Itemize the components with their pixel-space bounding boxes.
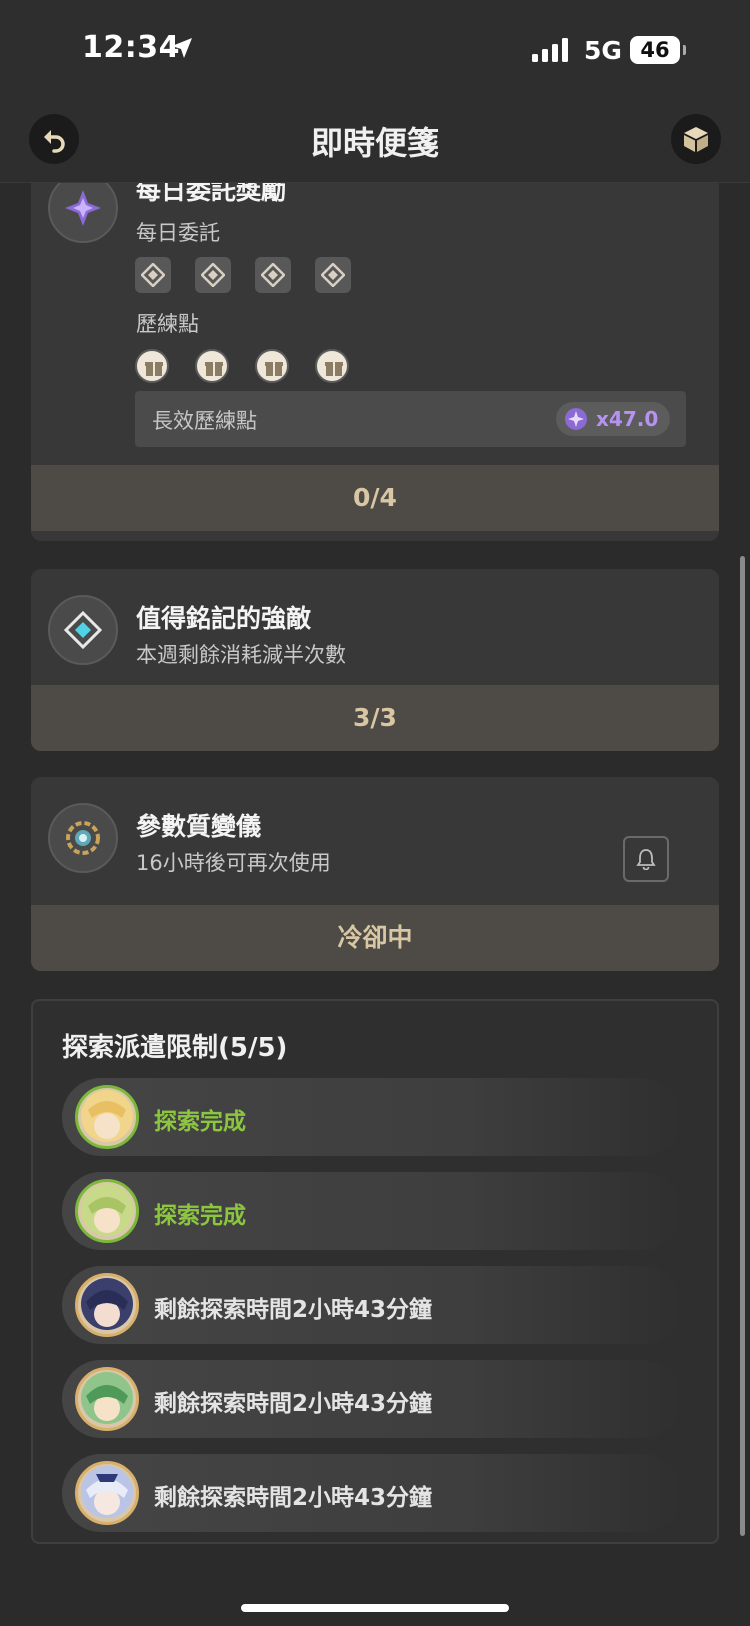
commission-icon	[315, 257, 351, 293]
longterm-training-row: 長效歷練點 x47.0	[135, 391, 686, 447]
daily-commission-progress: 0/4	[31, 465, 719, 531]
expedition-card: 探索派遣限制(5/5) 探索完成 探索完成 剩餘探索時間2小時43分鐘 剩餘探索…	[31, 999, 719, 1544]
character-avatar	[75, 1179, 139, 1243]
gift-icon	[135, 349, 169, 383]
package-icon	[684, 127, 708, 152]
expedition-status: 剩餘探索時間2小時43分鐘	[154, 1297, 433, 1323]
commission-icon	[135, 257, 171, 293]
status-bar: 12:34 5G 46	[0, 0, 750, 96]
expedition-row: 剩餘探索時間2小時43分鐘	[62, 1266, 682, 1344]
page-title: 即時便箋	[310, 124, 439, 162]
reminder-bell-button[interactable]	[623, 836, 669, 882]
nav-header: 即時便箋	[0, 96, 750, 183]
transformer-subtitle: 16小時後可再次使用	[136, 851, 331, 875]
commission-icon	[195, 257, 231, 293]
weekly-boss-progress: 3/3	[31, 685, 719, 751]
package-button[interactable]	[671, 114, 721, 164]
commission-icon	[255, 257, 291, 293]
expedition-status: 探索完成	[154, 1203, 246, 1229]
gift-icon	[195, 349, 229, 383]
transformer-card: 參數質變儀 16小時後可再次使用 冷卻中	[31, 777, 719, 971]
training-point-icon	[565, 408, 587, 430]
expedition-status: 剩餘探索時間2小時43分鐘	[154, 1391, 433, 1417]
location-arrow-icon	[170, 36, 194, 64]
battery-indicator: 46	[630, 36, 686, 64]
character-avatar	[75, 1273, 139, 1337]
signal-bars-icon	[532, 38, 572, 66]
gift-icon	[315, 349, 349, 383]
transformer-status: 冷卻中	[31, 905, 719, 971]
training-points-label: 歷練點	[136, 312, 199, 336]
daily-commission-label: 每日委託	[136, 221, 220, 245]
daily-commission-card: 每日委託獎勵 每日委託 歷練點 長效歷練點 x47.0 0/4	[31, 183, 719, 541]
expedition-row: 剩餘探索時間2小時43分鐘	[62, 1360, 682, 1438]
daily-commission-icon	[48, 183, 118, 243]
character-avatar	[75, 1085, 139, 1149]
expedition-title: 探索派遣限制(5/5)	[62, 1033, 288, 1063]
expedition-status: 剩餘探索時間2小時43分鐘	[154, 1485, 433, 1511]
transformer-icon	[48, 803, 118, 873]
weekly-boss-subtitle: 本週剩餘消耗減半次數	[136, 643, 346, 667]
bell-icon	[636, 849, 656, 870]
transformer-title: 參數質變儀	[136, 812, 262, 841]
longterm-training-label: 長效歷練點	[152, 409, 257, 433]
character-avatar	[75, 1461, 139, 1525]
network-type: 5G	[584, 36, 622, 65]
character-avatar	[75, 1367, 139, 1431]
longterm-training-value: x47.0	[596, 407, 659, 431]
weekly-boss-icon	[48, 595, 118, 665]
expedition-row: 探索完成	[62, 1078, 682, 1156]
expedition-row: 剩餘探索時間2小時43分鐘	[62, 1454, 682, 1532]
expedition-row: 探索完成	[62, 1172, 682, 1250]
status-time: 12:34	[82, 30, 180, 65]
notes-list[interactable]: 每日委託獎勵 每日委託 歷練點 長效歷練點 x47.0 0/4 值得銘記的強敵 …	[0, 183, 750, 1626]
longterm-training-badge: x47.0	[556, 402, 670, 436]
weekly-boss-title: 值得銘記的強敵	[136, 604, 312, 633]
gift-icon	[255, 349, 289, 383]
daily-commission-title: 每日委託獎勵	[136, 183, 287, 205]
home-indicator[interactable]	[241, 1604, 509, 1612]
scrollbar[interactable]	[740, 556, 745, 1536]
weekly-boss-card: 值得銘記的強敵 本週剩餘消耗減半次數 3/3	[31, 569, 719, 751]
expedition-status: 探索完成	[154, 1109, 246, 1135]
